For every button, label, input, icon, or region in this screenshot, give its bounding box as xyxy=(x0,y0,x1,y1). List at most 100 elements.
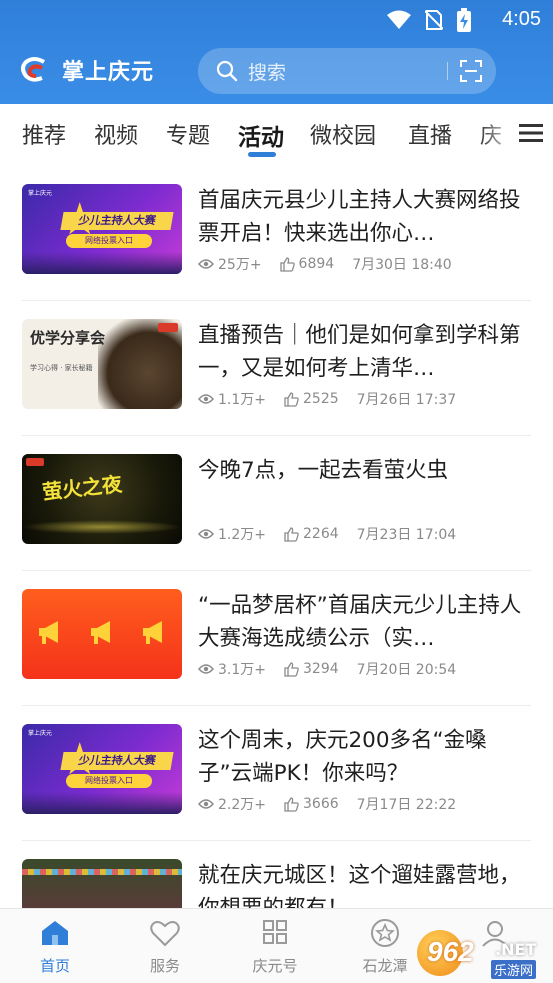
tabs-fade xyxy=(479,104,519,164)
tab-indicator xyxy=(248,152,276,157)
tab-video[interactable]: 视频 xyxy=(94,118,138,150)
megaphone-icon xyxy=(143,621,162,644)
header: 4:05 掌上庆元 搜索 xyxy=(0,0,553,104)
thumb-crowd xyxy=(22,792,182,814)
watermark-suffix: .NET xyxy=(495,940,537,959)
nav-label: 首页 xyxy=(39,957,70,975)
tab-topic[interactable]: 专题 xyxy=(166,118,210,150)
search-placeholder: 搜索 xyxy=(248,61,287,84)
like-count: 2264 xyxy=(303,526,339,542)
view-count: 1.2万+ xyxy=(218,527,266,543)
thumb-banner: 少儿主持人大赛 xyxy=(60,752,174,770)
search-icon xyxy=(216,60,238,82)
item-title: 直播预告｜他们是如何拿到学科第一，又是如何考上清华… xyxy=(198,323,521,381)
thumb-ink xyxy=(98,319,182,409)
item-title: 首届庆元县少儿主持人大赛网络投票开启！快来选出你心… xyxy=(198,188,521,246)
thumb-subtitle: 学习心得 · 家长秘籍 xyxy=(30,364,93,372)
watermark-number: 962 xyxy=(427,936,474,967)
view-count: 3.1万+ xyxy=(218,662,266,678)
search-bar[interactable]: 搜索 xyxy=(198,48,496,94)
thumb-lights xyxy=(22,869,182,875)
no-sim-icon xyxy=(425,10,443,30)
feed-item[interactable]: 萤火之夜 今晚7点，一起去看萤火虫 1.2万+ 2264 7月23日 17:04 xyxy=(0,436,553,571)
app-brand: 掌上庆元 xyxy=(62,60,155,85)
item-meta: 3.1万+ 3294 7月20日 20:54 xyxy=(198,659,474,679)
eye-icon xyxy=(198,529,214,539)
watermark-site: 乐游网 xyxy=(491,960,537,979)
thumbs-up-icon xyxy=(284,391,299,407)
thumb-banner: 少儿主持人大赛 xyxy=(60,212,174,230)
thumbs-up-icon xyxy=(279,256,295,272)
thumb-crowd xyxy=(22,252,182,274)
thumbs-up-icon xyxy=(284,661,299,677)
thumb-badge xyxy=(26,458,44,466)
publish-date: 7月26日 17:37 xyxy=(356,392,457,408)
like-count: 3666 xyxy=(303,796,339,812)
item-meta: 1.1万+ 2525 7月26日 17:37 xyxy=(198,389,474,409)
megaphone-icon xyxy=(39,621,58,644)
thumb-title: 萤火之夜 xyxy=(41,471,124,505)
item-meta: 2.2万+ 3666 7月17日 22:22 xyxy=(198,794,474,814)
home-icon xyxy=(42,921,68,945)
status-time: 4:05 xyxy=(502,8,541,30)
scan-icon[interactable] xyxy=(460,60,482,82)
feed-item[interactable]: 掌上庆元 ★ 少儿主持人大赛 网络投票入口 首届庆元县少儿主持人大赛网络投票开启… xyxy=(0,166,553,301)
tab-recommend[interactable]: 推荐 xyxy=(22,118,66,150)
feed-item[interactable]: “一品梦居杯”首届庆元少儿主持人大赛海选成绩公示（实… 3.1万+ 3294 7… xyxy=(0,571,553,706)
thumbnail-image: 掌上庆元 ★ 少儿主持人大赛 网络投票入口 xyxy=(22,724,182,814)
megaphone-icon xyxy=(91,621,110,644)
eye-icon xyxy=(198,664,214,674)
item-meta: 25万+ 6894 7月30日 18:40 xyxy=(198,254,470,274)
status-icons xyxy=(387,8,471,32)
feed-item[interactable]: 就在庆元城区！这个遛娃露营地，你想要的都有！ xyxy=(0,841,553,908)
search-divider xyxy=(447,62,448,80)
publish-date: 7月30日 18:40 xyxy=(352,257,452,273)
thumbnail-image: 掌上庆元 ★ 少儿主持人大赛 网络投票入口 xyxy=(22,184,182,274)
view-count: 25万+ xyxy=(218,257,262,273)
thumb-tag: 掌上庆元 xyxy=(28,190,53,197)
view-count: 1.1万+ xyxy=(218,392,266,408)
thumbnail-image xyxy=(22,589,182,679)
eye-icon xyxy=(198,259,214,269)
thumbs-up-icon xyxy=(284,796,299,812)
thumbnail-image xyxy=(22,859,182,908)
like-count: 6894 xyxy=(298,256,335,272)
watermark-logo: 962 .NET 乐游网 xyxy=(417,930,547,980)
thumbs-up-icon xyxy=(284,526,299,542)
like-count: 3294 xyxy=(303,661,339,677)
nav-qingyuan-account[interactable]: 庆元号 xyxy=(220,909,330,983)
item-title: 今晚7点，一起去看萤火虫 xyxy=(198,458,449,483)
item-meta: 1.2万+ 2264 7月23日 17:04 xyxy=(198,524,474,544)
thumb-badge xyxy=(158,323,178,332)
item-title: “一品梦居杯”首届庆元少儿主持人大赛海选成绩公示（实… xyxy=(198,593,522,651)
tab-activity[interactable]: 活动 xyxy=(238,118,284,152)
tab-campus[interactable]: 微校园 xyxy=(310,118,376,150)
wifi-icon xyxy=(387,10,411,29)
menu-icon[interactable] xyxy=(519,122,543,144)
thumb-button: 网络投票入口 xyxy=(66,774,152,788)
feed-item[interactable]: 优学分享会 学习心得 · 家长秘籍 直播预告｜他们是如何拿到学科第一，又是如何考… xyxy=(0,301,553,436)
tab-live[interactable]: 直播 xyxy=(408,118,452,150)
eye-icon xyxy=(198,799,214,809)
item-title: 这个周末，庆元200多名“金嗓子”云端PK！你来吗？ xyxy=(198,728,487,786)
nav-home[interactable]: 首页 xyxy=(0,909,110,983)
battery-charging-icon xyxy=(457,8,471,32)
view-count: 2.2万+ xyxy=(218,797,266,813)
publish-date: 7月23日 17:04 xyxy=(356,527,457,543)
grid-icon xyxy=(263,920,287,944)
item-title: 就在庆元城区！这个遛娃露营地，你想要的都有！ xyxy=(198,863,521,908)
thumb-tag: 掌上庆元 xyxy=(28,730,53,737)
app-logo-icon xyxy=(21,57,46,82)
publish-date: 7月20日 20:54 xyxy=(356,662,457,678)
like-count: 2525 xyxy=(303,391,339,407)
nav-service[interactable]: 服务 xyxy=(110,909,220,983)
thumb-glow xyxy=(22,520,182,534)
thumb-title: 优学分享会 xyxy=(30,329,106,347)
app-bar: 掌上庆元 搜索 xyxy=(0,40,553,104)
thumbnail-image: 萤火之夜 xyxy=(22,454,182,544)
feed-item[interactable]: 掌上庆元 ★ 少儿主持人大赛 网络投票入口 这个周末，庆元200多名“金嗓子”云… xyxy=(0,706,553,841)
category-tabs: 推荐 视频 专题 活动 微校园 直播 庆 xyxy=(0,104,553,166)
heart-icon xyxy=(150,921,180,947)
article-feed: 掌上庆元 ★ 少儿主持人大赛 网络投票入口 首届庆元县少儿主持人大赛网络投票开启… xyxy=(0,166,553,908)
eye-icon xyxy=(198,394,214,404)
